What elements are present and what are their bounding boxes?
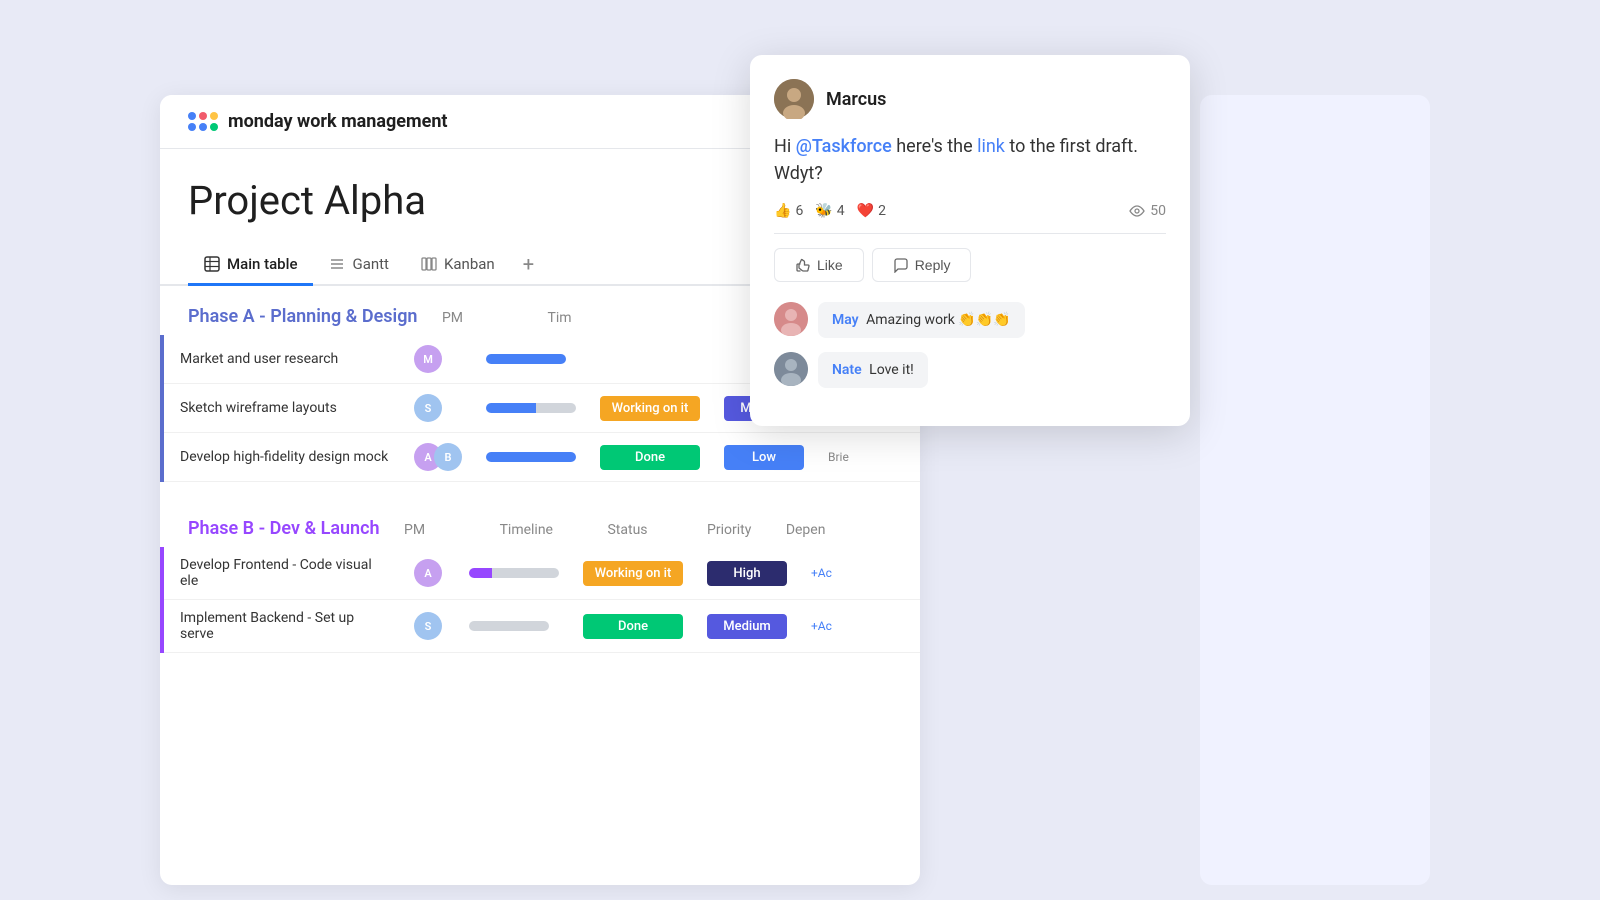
phase-a-pm-label: PM (442, 310, 463, 326)
timeline-bar (486, 403, 576, 413)
task-status: Working on it (571, 547, 695, 600)
comment-divider (774, 233, 1166, 234)
timeline-bar (486, 354, 566, 364)
task-name: Develop Frontend - Code visual ele (162, 547, 402, 600)
comment-author-avatar (774, 79, 814, 119)
like-button[interactable]: Like (774, 248, 864, 282)
task-name: Develop high-fidelity design mock (162, 433, 402, 482)
task-name: Sketch wireframe layouts (162, 384, 402, 433)
comment-author-section: Marcus (774, 79, 1166, 119)
phase-b-status-label: Status (607, 522, 647, 538)
logo-icon (188, 112, 218, 131)
comment-mention[interactable]: @Taskforce (796, 136, 892, 157)
tab-main-table[interactable]: Main table (188, 245, 313, 286)
task-name: Market and user research (162, 335, 402, 384)
reply-avatar-nate (774, 352, 808, 386)
table-row: Implement Backend - Set up serve S Done … (162, 600, 920, 653)
task-timeline (474, 433, 588, 482)
reply-item: May Amazing work 👏👏👏 (774, 302, 1166, 338)
tab-gantt[interactable]: Gantt (313, 245, 404, 286)
table-row: Develop Frontend - Code visual ele A Wor… (162, 547, 920, 600)
logo-text: monday work management (228, 111, 448, 132)
avatar: B (434, 443, 462, 471)
task-pm: S (402, 600, 457, 653)
comment-views: 50 (1129, 203, 1166, 219)
task-timeline (457, 600, 571, 653)
right-panel-bg (1200, 95, 1430, 885)
tab-main-table-label: Main table (227, 255, 297, 273)
task-name: Implement Backend - Set up serve (162, 600, 402, 653)
timeline-bar (486, 452, 576, 462)
task-priority: Low (712, 433, 816, 482)
task-pm: A B (402, 433, 474, 482)
phase-b-table: Develop Frontend - Code visual ele A Wor… (160, 547, 920, 653)
comment-reactions: 👍 6 🐝 4 ❤️ 2 50 (774, 203, 1166, 219)
reply-section: May Amazing work 👏👏👏 Nate Love it! (774, 302, 1166, 388)
reply-item: Nate Love it! (774, 352, 1166, 388)
timeline-bar (469, 621, 549, 631)
table-row: Develop high-fidelity design mock A B Do… (162, 433, 920, 482)
task-timeline (474, 384, 588, 433)
phase-b-priority-label: Priority (707, 522, 751, 538)
comment-message: Hi @Taskforce here's the link to the fir… (774, 133, 1166, 187)
gantt-icon (329, 256, 345, 272)
task-status (588, 335, 712, 384)
task-dep: +Ac (799, 547, 920, 600)
kanban-icon (421, 256, 437, 272)
task-pm: A (402, 547, 457, 600)
comment-actions: Like Reply (774, 248, 1166, 282)
task-priority: Medium (695, 600, 799, 653)
reply-avatar-may (774, 302, 808, 336)
task-timeline (474, 335, 588, 384)
phase-b-pm-label: PM (404, 522, 425, 538)
task-timeline (457, 547, 571, 600)
tab-gantt-label: Gantt (352, 255, 388, 273)
reply-bubble: May Amazing work 👏👏👏 (818, 302, 1025, 338)
reply-button[interactable]: Reply (872, 248, 972, 282)
phase-b-timeline-label: Timeline (500, 522, 553, 538)
avatar: S (414, 612, 442, 640)
avatar-group: A B (414, 443, 462, 471)
task-priority: High (695, 547, 799, 600)
comment-author-name: Marcus (826, 89, 886, 110)
timeline-bar (469, 568, 559, 578)
task-status: Done (588, 433, 712, 482)
tab-kanban[interactable]: Kanban (405, 245, 511, 286)
tab-kanban-label: Kanban (444, 255, 495, 273)
task-pm: M (402, 335, 474, 384)
reply-bubble: Nate Love it! (818, 352, 928, 388)
avatar: M (414, 345, 442, 373)
reaction-heart[interactable]: ❤️ 2 (857, 203, 886, 219)
comment-popup: Marcus Hi @Taskforce here's the link to … (750, 55, 1190, 426)
avatar: A (414, 559, 442, 587)
phase-a-tim-label: Tim (548, 310, 572, 326)
comment-link[interactable]: link (977, 136, 1005, 157)
task-status: Working on it (588, 384, 712, 433)
task-pm: S (402, 384, 474, 433)
task-dep: Brie (816, 433, 920, 482)
task-status: Done (571, 600, 695, 653)
table-icon (204, 256, 220, 272)
task-dep: +Ac (799, 600, 920, 653)
phase-b-header: Phase B - Dev & Launch PM Timeline Statu… (160, 498, 920, 547)
add-tab-button[interactable]: + (511, 244, 546, 284)
avatar: S (414, 394, 442, 422)
reaction-bee[interactable]: 🐝 4 (815, 203, 844, 219)
reaction-thumbsup[interactable]: 👍 6 (774, 203, 803, 219)
phase-b-dep-label: Depen (786, 522, 826, 538)
